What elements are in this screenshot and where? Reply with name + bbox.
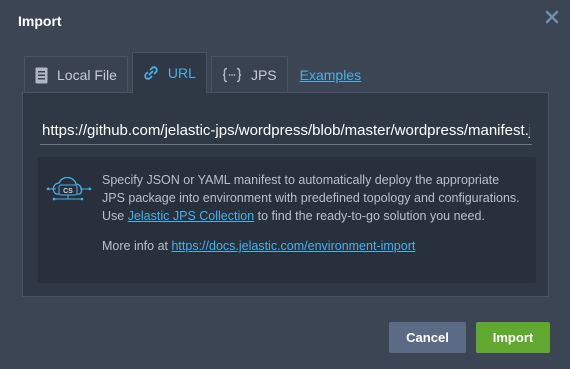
info-use-line: Use Jelastic JPS Collection to find the …	[102, 207, 522, 225]
import-tabs: Local File URL JPS Examples	[24, 52, 361, 93]
examples-link[interactable]: Examples	[300, 56, 361, 93]
jps-collection-link[interactable]: Jelastic JPS Collection	[128, 209, 254, 223]
info-use-prefix: Use	[102, 209, 128, 223]
braces-icon	[222, 67, 242, 83]
url-panel: CS Specify JSON or YAML manifest to auto…	[22, 92, 549, 297]
info-box: CS Specify JSON or YAML manifest to auto…	[38, 157, 536, 283]
tab-jps[interactable]: JPS	[210, 56, 288, 93]
info-description: Specify JSON or YAML manifest to automat…	[102, 173, 520, 205]
link-icon	[143, 65, 159, 81]
close-icon[interactable]	[543, 8, 561, 26]
file-icon	[35, 67, 48, 84]
cs-cloud-icon: CS	[46, 176, 92, 208]
info-more-prefix: More info at	[102, 239, 172, 253]
info-text: Specify JSON or YAML manifest to automat…	[102, 171, 522, 255]
docs-link[interactable]: https://docs.jelastic.com/environment-im…	[171, 239, 415, 253]
tab-jps-label: JPS	[250, 67, 277, 83]
info-more-line: More info at https://docs.jelastic.com/e…	[102, 237, 522, 255]
tab-local-file-label: Local File	[57, 67, 117, 83]
manifest-url-input[interactable]	[40, 117, 532, 145]
tab-url[interactable]: URL	[131, 52, 207, 93]
info-use-suffix: to find the ready-to-go solution you nee…	[254, 209, 485, 223]
dialog-title: Import	[18, 13, 62, 29]
cancel-button[interactable]: Cancel	[389, 322, 466, 353]
tab-local-file[interactable]: Local File	[24, 56, 128, 93]
tab-url-label: URL	[167, 65, 196, 81]
import-dialog: Import Local File URL JPS Examples https…	[0, 0, 570, 369]
import-button[interactable]: Import	[476, 322, 550, 353]
svg-text:CS: CS	[63, 188, 73, 195]
